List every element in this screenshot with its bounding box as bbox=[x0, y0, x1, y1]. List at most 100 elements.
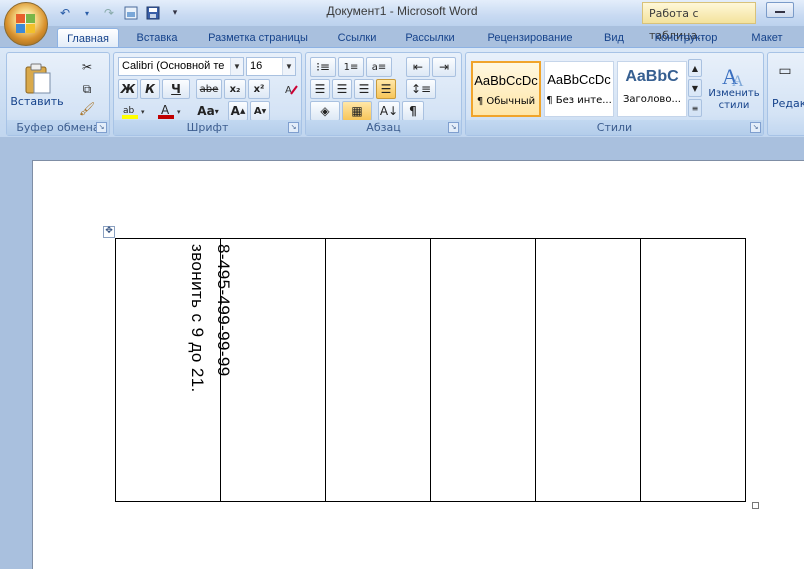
tab-layout[interactable]: Макет bbox=[740, 28, 794, 48]
svg-text:A: A bbox=[732, 73, 744, 88]
italic-button[interactable]: К bbox=[140, 79, 160, 99]
bullets-icon[interactable]: ⁝≡ bbox=[310, 57, 336, 77]
font-color-icon: A ▾ bbox=[158, 103, 181, 119]
chevron-down-icon: ▾ bbox=[214, 106, 219, 116]
svg-text:▾: ▾ bbox=[177, 108, 181, 116]
table-move-handle-icon[interactable]: ✥ bbox=[103, 226, 115, 238]
paste-button[interactable]: Вставить bbox=[10, 57, 64, 113]
style-no-spacing[interactable]: AaBbCcDc ¶ Без инте... bbox=[544, 61, 614, 117]
sort-icon[interactable]: A↓ bbox=[378, 101, 400, 121]
show-formatting-button[interactable]: ¶ bbox=[402, 101, 424, 121]
line-spacing-icon[interactable]: ↕≡ bbox=[406, 79, 436, 99]
tab-review[interactable]: Рецензирование bbox=[474, 28, 586, 48]
tab-mailings[interactable]: Рассылки bbox=[396, 28, 464, 48]
styles-scroll-down-icon[interactable]: ▼ bbox=[688, 79, 702, 97]
office-button[interactable] bbox=[4, 2, 48, 46]
font-size-combo[interactable]: 16 ▼ bbox=[246, 57, 296, 76]
styles-more-icon[interactable]: ≡ bbox=[688, 99, 702, 117]
change-styles-button[interactable]: A A Изменить стили bbox=[706, 57, 762, 117]
undo-icon[interactable]: ↶ bbox=[56, 4, 74, 22]
redo-icon[interactable]: ↷ bbox=[100, 4, 118, 22]
font-launcher-icon[interactable]: ↘ bbox=[288, 122, 299, 133]
font-group-label: Шрифт bbox=[114, 120, 301, 135]
chevron-down-icon[interactable]: ▼ bbox=[230, 58, 243, 75]
shrink-font-label: A bbox=[253, 105, 262, 117]
office-logo-icon bbox=[16, 14, 36, 34]
increase-indent-icon[interactable]: ⇥ bbox=[432, 57, 456, 77]
customize-qat-icon[interactable]: ▾ bbox=[166, 4, 184, 22]
table-resize-handle[interactable] bbox=[752, 502, 759, 509]
style-normal[interactable]: AaBbCcDc ¶ Обычный bbox=[471, 61, 541, 117]
multilevel-list-icon[interactable]: a≡ bbox=[366, 57, 392, 77]
clipboard-group: Вставить ✂ ⧉ 🖌 Буфер обмена ↘ bbox=[6, 52, 110, 136]
phone-number-text: 8-495-499-99-99 bbox=[214, 244, 233, 377]
paragraph-launcher-icon[interactable]: ↘ bbox=[448, 122, 459, 133]
numbering-icon[interactable]: 1≡ bbox=[338, 57, 364, 77]
clear-formatting-icon[interactable]: A bbox=[282, 79, 300, 99]
style-sample: AaBbCcDc bbox=[547, 72, 611, 87]
table-cell[interactable] bbox=[220, 238, 326, 502]
grow-font-label: A bbox=[230, 104, 240, 118]
change-case-label: Aa bbox=[197, 104, 215, 118]
tab-home[interactable]: Главная bbox=[57, 28, 119, 49]
chevron-down-icon[interactable]: ▼ bbox=[282, 58, 295, 75]
justify-icon[interactable]: ☰ bbox=[376, 79, 396, 99]
undo-dropdown-icon[interactable]: ▾ bbox=[78, 4, 96, 22]
shrink-font-button[interactable]: A ▼ bbox=[250, 101, 270, 121]
change-case-button[interactable]: Aa ▾ bbox=[190, 101, 226, 121]
editing-label[interactable]: Редакт bbox=[772, 97, 804, 110]
clipboard-launcher-icon[interactable]: ↘ bbox=[96, 122, 107, 133]
grow-arrow-icon: ▲ bbox=[239, 107, 246, 115]
table-cell[interactable] bbox=[325, 238, 431, 502]
align-right-icon[interactable]: ☰ bbox=[354, 79, 374, 99]
decrease-indent-icon[interactable]: ⇤ bbox=[406, 57, 430, 77]
table-cell[interactable] bbox=[640, 238, 746, 502]
font-size-value: 16 bbox=[250, 60, 263, 72]
svg-text:▾: ▾ bbox=[141, 108, 145, 116]
style-heading-1[interactable]: AaBbC Заголово... bbox=[617, 61, 687, 117]
paste-label: Вставить bbox=[10, 94, 64, 108]
svg-text:A: A bbox=[161, 103, 170, 117]
strikethrough-button[interactable]: abe bbox=[196, 79, 222, 99]
align-center-icon[interactable]: ☰ bbox=[332, 79, 352, 99]
paste-icon bbox=[25, 63, 51, 93]
change-styles-icon: A A bbox=[722, 64, 744, 88]
styles-scroll-up-icon[interactable]: ▲ bbox=[688, 59, 702, 77]
save-icon[interactable] bbox=[144, 4, 162, 22]
style-name: ¶ Обычный bbox=[476, 96, 536, 107]
minimize-button[interactable] bbox=[766, 2, 794, 18]
underline-button[interactable]: Ч bbox=[162, 79, 190, 99]
tab-view[interactable]: Вид bbox=[596, 28, 632, 48]
style-sample: AaBbCcDc bbox=[474, 73, 538, 88]
cell-vertical-text[interactable]: 8-495-499-99-99 звонить с 9 до 21. bbox=[184, 244, 236, 393]
bold-button[interactable]: Ж bbox=[118, 79, 138, 99]
style-name: ¶ Без инте... bbox=[546, 95, 612, 106]
styles-group: AaBbCcDc ¶ Обычный AaBbCcDc ¶ Без инте..… bbox=[465, 52, 764, 136]
font-name-combo[interactable]: Calibri (Основной те ▼ bbox=[118, 57, 244, 76]
grow-font-button[interactable]: A ▲ bbox=[228, 101, 248, 121]
copy-icon[interactable]: ⧉ bbox=[77, 79, 97, 99]
print-preview-icon[interactable] bbox=[122, 4, 140, 22]
font-group: Calibri (Основной те ▼ 16 ▼ A Ж К Ч abe … bbox=[113, 52, 302, 136]
align-left-icon[interactable]: ☰ bbox=[310, 79, 330, 99]
table-cell[interactable] bbox=[535, 238, 641, 502]
styles-launcher-icon[interactable]: ↘ bbox=[750, 122, 761, 133]
tab-references[interactable]: Ссылки bbox=[330, 28, 384, 48]
tab-page-layout[interactable]: Разметка страницы bbox=[196, 28, 320, 48]
subscript-button[interactable]: x₂ bbox=[224, 79, 246, 99]
format-painter-icon[interactable]: 🖌 bbox=[77, 99, 97, 119]
tab-design[interactable]: Конструктор bbox=[642, 28, 730, 48]
tab-insert[interactable]: Вставка bbox=[128, 28, 186, 48]
table-cell[interactable] bbox=[430, 238, 536, 502]
highlight-button[interactable]: ab ▾ bbox=[118, 101, 152, 121]
shading-icon[interactable]: ◈ bbox=[310, 101, 340, 121]
clipboard-group-label: Буфер обмена bbox=[7, 120, 109, 135]
find-icon[interactable]: ▭ bbox=[770, 61, 800, 81]
font-color-button[interactable]: A ▾ bbox=[154, 101, 188, 121]
borders-icon[interactable]: ▦ bbox=[342, 101, 372, 121]
cut-icon[interactable]: ✂ bbox=[77, 57, 97, 77]
superscript-button[interactable]: x² bbox=[248, 79, 270, 99]
pilcrow-icon: ¶ bbox=[409, 104, 417, 118]
style-name: Заголово... bbox=[623, 94, 681, 105]
call-hours-text: звонить с 9 до 21. bbox=[188, 244, 207, 393]
